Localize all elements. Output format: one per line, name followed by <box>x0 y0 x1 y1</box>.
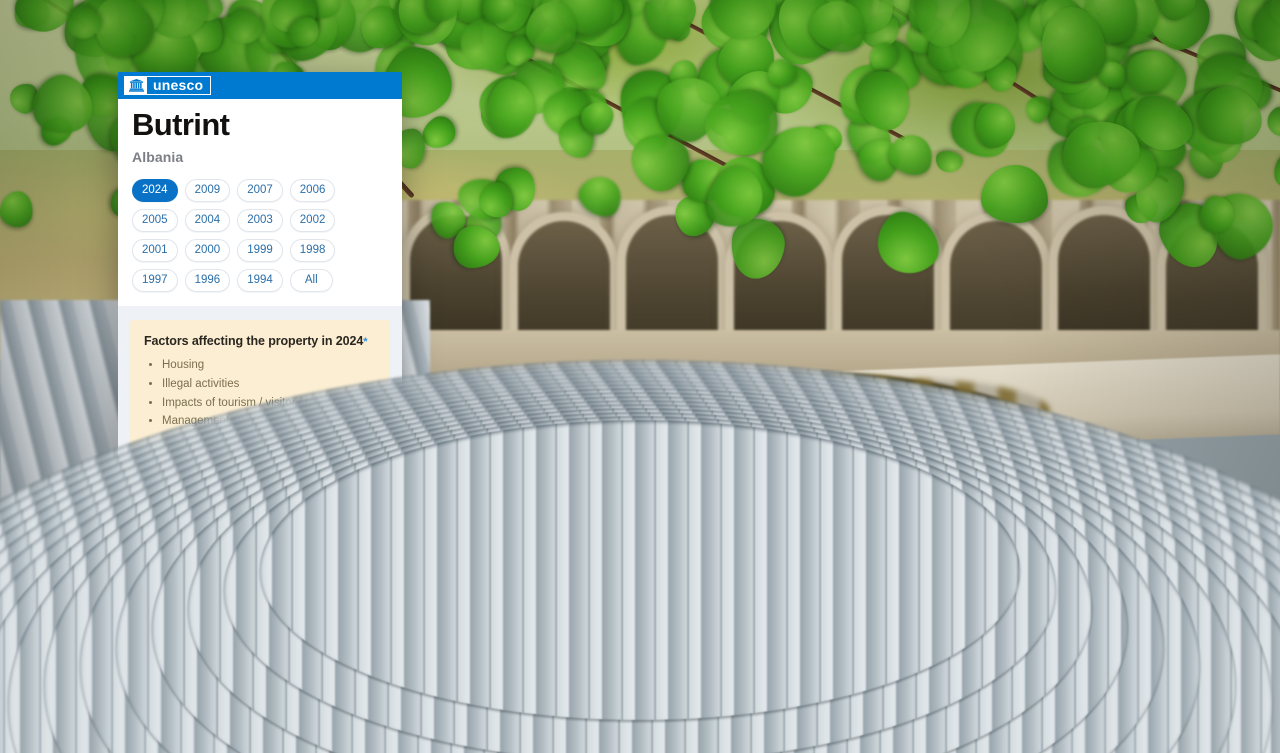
card-title-text: Factors affecting the property in 2024 <box>144 334 363 348</box>
year-pill-2003[interactable]: 2003 <box>237 209 283 232</box>
year-pill-2024[interactable]: 2024 <box>132 179 178 202</box>
unesco-logo[interactable]: unesco <box>124 76 211 95</box>
year-filter-list[interactable]: 2024 2009 2007 2006 2005 2004 2003 2002 2001 2000… <box>132 179 386 292</box>
year-pill-1994[interactable]: 1994 <box>237 269 283 292</box>
page-title: Butrint <box>132 109 386 142</box>
year-pill-2007[interactable]: 2007 <box>237 179 283 202</box>
year-pill-2001[interactable]: 2001 <box>132 239 178 262</box>
year-pill-2004[interactable]: 2004 <box>185 209 231 232</box>
year-pill-all[interactable]: All <box>290 269 333 292</box>
year-pill-1999[interactable]: 1999 <box>237 239 283 262</box>
factors-card-title: Factors affecting the property in 2024* <box>144 333 376 350</box>
unesco-wordmark: unesco <box>147 76 210 96</box>
site-header: Butrint Albania 2024 2009 2007 2006 2005 2004… <box>118 99 402 306</box>
year-pill-2000[interactable]: 2000 <box>185 239 231 262</box>
site-country: Albania <box>132 149 386 165</box>
year-pill-1998[interactable]: 1998 <box>290 239 336 262</box>
year-pill-2006[interactable]: 2006 <box>290 179 336 202</box>
unesco-temple-icon <box>125 76 147 95</box>
year-pill-2009[interactable]: 2009 <box>185 179 231 202</box>
seating-step <box>260 420 1020 720</box>
unesco-brand-bar: unesco <box>118 72 402 99</box>
list-item: Housing <box>162 357 376 374</box>
footnote-asterisk-icon[interactable]: * <box>363 336 367 348</box>
year-pill-2002[interactable]: 2002 <box>290 209 336 232</box>
year-pill-1996[interactable]: 1996 <box>185 269 231 292</box>
year-pill-1997[interactable]: 1997 <box>132 269 178 292</box>
year-pill-2005[interactable]: 2005 <box>132 209 178 232</box>
